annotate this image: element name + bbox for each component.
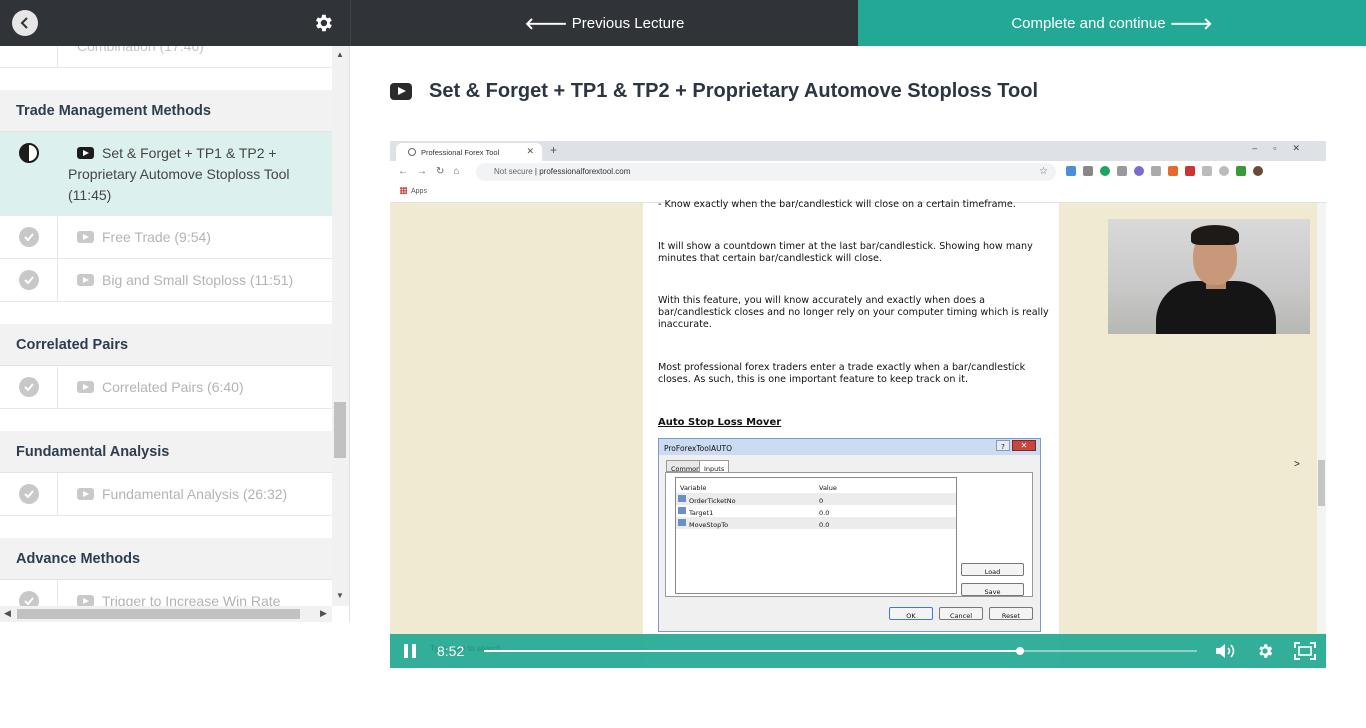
section-title: Correlated Pairs: [0, 324, 332, 366]
current-time: 8:52: [437, 643, 465, 659]
scroll-right-icon[interactable]: ▶: [320, 608, 327, 619]
progress-fill: [484, 650, 1021, 652]
sidebar-horizontal-scrollbar[interactable]: ◀ ▶: [0, 606, 332, 622]
lecture-item[interactable]: Big and Small Stoploss (11:51): [0, 259, 332, 302]
top-bar: 🡐 Previous Lecture Complete and continue…: [0, 0, 1366, 46]
video-player[interactable]: Professional Forex Tool ✕ + –▫✕ ←→↻⌂ Not…: [390, 141, 1326, 668]
cancel-button: Cancel: [939, 607, 983, 620]
lecture-title: Set & Forget + TP1 & TP2 + Proprietary A…: [429, 79, 1038, 102]
website-document: - Know exactly when the bar/candlestick …: [643, 199, 1059, 668]
section-title: Fundamental Analysis: [0, 431, 332, 473]
lecture-item[interactable]: Correlated Pairs (6:40): [0, 366, 332, 409]
recorded-scrollbar: [1317, 203, 1326, 633]
globe-icon: [408, 148, 416, 156]
browser-toolbar: ←→↻⌂ Not secure | professionalforextool.…: [390, 161, 1326, 183]
save-button: Save: [961, 583, 1024, 596]
video-icon: [77, 381, 94, 393]
lecture-label: Correlated Pairs (6:40): [0, 366, 332, 409]
lecture-item-current[interactable]: Set & Forget + TP1 & TP2 + Proprietary A…: [0, 132, 332, 216]
pause-icon: [404, 644, 408, 658]
video-icon: [77, 488, 94, 500]
player-controls: Type here to search 8:52: [390, 634, 1326, 668]
pause-button[interactable]: [403, 644, 417, 658]
progress-handle[interactable]: [1016, 647, 1025, 655]
close-icon: ✕: [1012, 440, 1036, 451]
curriculum-list: Combination (17:46) Trade Management Met…: [0, 46, 332, 622]
extension-icons: [1066, 166, 1263, 176]
scroll-left-icon[interactable]: ◀: [4, 608, 11, 619]
variable-icon: [678, 495, 686, 502]
lecture-label: Free Trade (9:54): [0, 216, 332, 259]
presenter-webcam: [1108, 219, 1310, 334]
scroll-up-icon[interactable]: ▲: [336, 50, 344, 59]
browser-tab: Professional Forex Tool ✕: [396, 143, 542, 161]
progress-bar[interactable]: [484, 647, 1197, 655]
window-controls-icon: –▫✕: [1252, 143, 1316, 153]
complete-and-continue-label: Complete and continue: [1011, 14, 1166, 32]
fullscreen-icon[interactable]: [1294, 642, 1316, 660]
doc-paragraph: With this feature, you will know accurat…: [658, 295, 1049, 330]
chevron-left-icon: [20, 17, 28, 29]
lecture-label: Fundamental Analysis (26:32): [0, 473, 332, 516]
inputs-table: Variable Value OrderTicketNo 0 Target1 0…: [675, 477, 957, 594]
scrollbar-thumb[interactable]: [334, 402, 346, 458]
browser-nav-icon: ←→↻⌂: [398, 166, 469, 177]
star-icon: ☆: [1039, 166, 1048, 177]
doc-paragraph: It will show a countdown timer at the la…: [658, 241, 1033, 264]
back-button[interactable]: [12, 10, 38, 36]
mouse-cursor-icon: >: [1294, 459, 1300, 470]
browser-tab-strip: Professional Forex Tool ✕ + –▫✕: [390, 141, 1326, 161]
complete-and-continue-button[interactable]: Complete and continue 🡒: [858, 0, 1366, 46]
lecture-label: Big and Small Stoploss (11:51): [0, 259, 332, 302]
settings-dialog-screenshot: ProForexToolAUTO ? ✕ Common Inputs Varia…: [658, 438, 1041, 632]
sidebar-header: [0, 0, 350, 46]
section-title: Trade Management Methods: [0, 90, 332, 132]
course-sidebar: Combination (17:46) Trade Management Met…: [0, 46, 350, 622]
lecture-header: Set & Forget + TP1 & TP2 + Proprietary A…: [390, 78, 1038, 104]
table-row: OrderTicketNo 0: [676, 493, 956, 505]
arrow-left-icon: 🡐: [524, 15, 568, 33]
video-icon: [77, 274, 94, 286]
doc-paragraph: Most professional forex traders enter a …: [658, 362, 1026, 385]
table-row: Target1 0.0: [676, 505, 956, 517]
section-title: Advance Methods: [0, 538, 332, 580]
video-icon: [77, 147, 94, 159]
settings-gear-icon[interactable]: [1256, 642, 1274, 660]
previous-lecture-button[interactable]: 🡐 Previous Lecture: [350, 0, 858, 46]
gear-icon[interactable]: [312, 12, 334, 34]
doc-heading: Auto Stop Loss Mover: [658, 417, 782, 428]
arrow-right-icon: 🡒: [1169, 15, 1213, 33]
variable-icon: [678, 519, 686, 526]
scroll-down-icon[interactable]: ▼: [336, 591, 344, 600]
table-row: MoveStopTo 0.0: [676, 517, 956, 529]
lecture-item[interactable]: Free Trade (9:54): [0, 216, 332, 259]
list-item[interactable]: Combination (17:46): [0, 46, 332, 68]
sidebar-vertical-scrollbar[interactable]: ▲ ▼: [332, 46, 349, 606]
lecture-label: Set & Forget + TP1 & TP2 + Proprietary A…: [68, 145, 290, 203]
table-header: Variable Value: [680, 484, 837, 492]
variable-icon: [678, 507, 686, 514]
doc-line: - Know exactly when the bar/candlestick …: [658, 199, 1016, 210]
address-bar: Not secure | professionalforextool.com ☆: [476, 163, 1056, 181]
dialog-panel: Variable Value OrderTicketNo 0 Target1 0…: [665, 472, 1033, 597]
help-icon: ?: [996, 440, 1010, 451]
close-icon: ✕: [526, 146, 534, 156]
load-button: Load: [961, 563, 1024, 576]
lecture-label: Combination (17:46): [77, 46, 204, 54]
lecture-item[interactable]: Fundamental Analysis (26:32): [0, 473, 332, 516]
volume-icon[interactable]: [1214, 643, 1238, 659]
video-icon: [77, 231, 94, 243]
video-icon: [390, 82, 412, 100]
plus-icon: +: [550, 143, 558, 157]
apps-grid-icon: [400, 187, 407, 194]
scrollbar-thumb[interactable]: [17, 609, 300, 619]
reset-button: Reset: [989, 607, 1033, 620]
dialog-tab: Inputs: [699, 460, 730, 473]
ok-button: OK: [889, 607, 933, 620]
previous-lecture-label: Previous Lecture: [571, 14, 685, 32]
dialog-title: ProForexToolAUTO: [659, 439, 1040, 455]
